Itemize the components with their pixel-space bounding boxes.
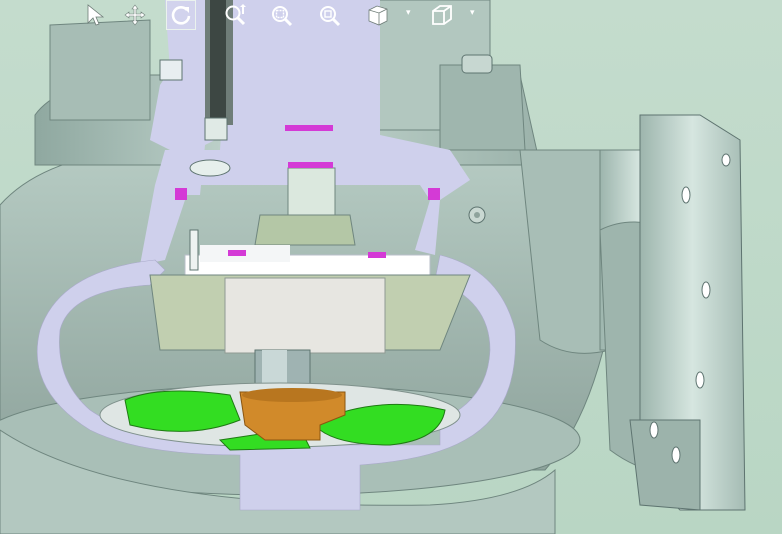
rotate-tool-button[interactable] [166, 0, 196, 30]
view-toolbar: ▾ ▾ [80, 0, 500, 32]
rotate-icon [171, 6, 191, 25]
view-orientation-dropdown-caret[interactable]: ▾ [406, 8, 416, 18]
housing-bolt-detail [468, 206, 486, 224]
display-style-dropdown-caret[interactable]: ▾ [470, 8, 480, 18]
zoom-tool-button[interactable] [220, 0, 250, 30]
arrow-pointer-icon [87, 4, 105, 26]
select-tool-button[interactable] [80, 0, 110, 30]
four-way-arrows-icon [124, 4, 146, 26]
display-style-button[interactable] [427, 0, 457, 30]
box-outline-icon [432, 5, 452, 25]
zoom-fit-tool-button[interactable] [314, 0, 344, 30]
zoom-window-tool-button[interactable] [266, 0, 296, 30]
pan-tool-button[interactable] [120, 0, 150, 30]
3d-model-viewport[interactable] [0, 0, 782, 534]
zoom-fit-icon [320, 6, 341, 27]
view-orientation-button[interactable] [363, 0, 393, 30]
cube-views-icon [368, 5, 388, 26]
zoom-updown-icon [225, 4, 246, 26]
zoom-window-icon [272, 6, 293, 27]
